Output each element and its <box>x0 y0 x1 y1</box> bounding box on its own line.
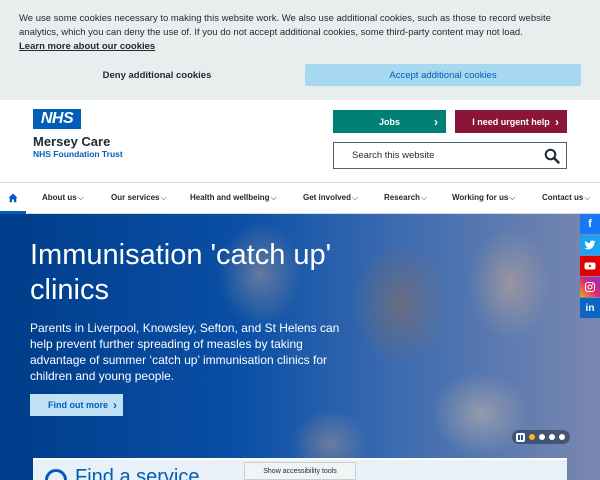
chevron-down-icon: ⌵ <box>421 193 428 202</box>
nav-item-get-involved[interactable]: Get involved⌵ <box>303 193 358 203</box>
nav-item-about-us[interactable]: About us⌵ <box>42 193 84 203</box>
chevron-right-icon: › <box>555 115 559 129</box>
find-out-more-button[interactable]: Find out more › <box>30 394 123 416</box>
carousel-dot[interactable] <box>529 434 535 440</box>
carousel-dot[interactable] <box>559 434 565 440</box>
hero-title: Immunisation 'catch up' clinics <box>30 239 332 306</box>
org-name: Mersey Care <box>33 134 111 149</box>
home-icon[interactable] <box>8 193 18 203</box>
carousel-dot[interactable] <box>549 434 555 440</box>
search-input[interactable] <box>335 144 530 167</box>
jobs-button[interactable]: Jobs › <box>333 110 446 133</box>
accept-cookies-button[interactable]: Accept additional cookies <box>305 64 581 86</box>
chevron-right-icon: › <box>434 115 438 129</box>
chevron-down-icon: ⌵ <box>584 193 591 202</box>
instagram-icon[interactable] <box>580 277 600 297</box>
chevron-down-icon: ⌵ <box>77 193 84 202</box>
carousel-controls <box>512 430 570 444</box>
org-subtitle: NHS Foundation Trust <box>33 149 123 159</box>
accessibility-tools-button[interactable]: Show accessibility tools <box>244 462 356 480</box>
cookie-message: We use some cookies necessary to making … <box>19 13 551 38</box>
main-nav: About us⌵ Our services⌵ Health and wellb… <box>0 182 600 214</box>
chevron-down-icon: ⌵ <box>270 193 277 202</box>
hero-banner: Immunisation 'catch up' clinics Parents … <box>0 214 600 480</box>
nav-item-health-wellbeing[interactable]: Health and wellbeing⌵ <box>190 193 277 203</box>
search-icon[interactable] <box>544 148 560 164</box>
learn-more-cookies-link[interactable]: Learn more about our cookies <box>19 41 155 52</box>
nhs-logo[interactable]: NHS <box>33 109 81 129</box>
find-out-more-label: Find out more <box>48 400 108 410</box>
nav-item-research[interactable]: Research⌵ <box>384 193 427 203</box>
site-header: NHS Mersey Care NHS Foundation Trust Job… <box>0 100 600 180</box>
chevron-right-icon: › <box>113 398 117 412</box>
nav-item-contact-us[interactable]: Contact us⌵ <box>542 193 590 203</box>
nav-item-working-for-us[interactable]: Working for us⌵ <box>452 193 515 203</box>
find-service-heading: Find a service <box>75 466 200 480</box>
nav-item-our-services[interactable]: Our services⌵ <box>111 193 167 203</box>
linkedin-icon[interactable]: in <box>580 298 600 318</box>
jobs-button-label: Jobs <box>378 116 400 127</box>
urgent-help-button[interactable]: I need urgent help › <box>455 110 567 133</box>
chevron-down-icon: ⌵ <box>352 193 359 202</box>
search-circle-icon <box>45 469 67 480</box>
youtube-icon[interactable] <box>580 256 600 276</box>
deny-cookies-button[interactable]: Deny additional cookies <box>22 64 292 86</box>
cookie-banner: We use some cookies necessary to making … <box>0 0 600 100</box>
urgent-help-label: I need urgent help <box>472 116 550 127</box>
twitter-icon[interactable] <box>580 235 600 255</box>
search-box <box>333 142 567 169</box>
social-sidebar: f in <box>580 214 600 319</box>
facebook-icon[interactable]: f <box>580 214 600 234</box>
carousel-dot[interactable] <box>539 434 545 440</box>
pause-icon[interactable] <box>516 432 525 442</box>
hero-description: Parents in Liverpool, Knowsley, Sefton, … <box>30 321 340 383</box>
chevron-down-icon: ⌵ <box>509 193 516 202</box>
chevron-down-icon: ⌵ <box>160 193 167 202</box>
